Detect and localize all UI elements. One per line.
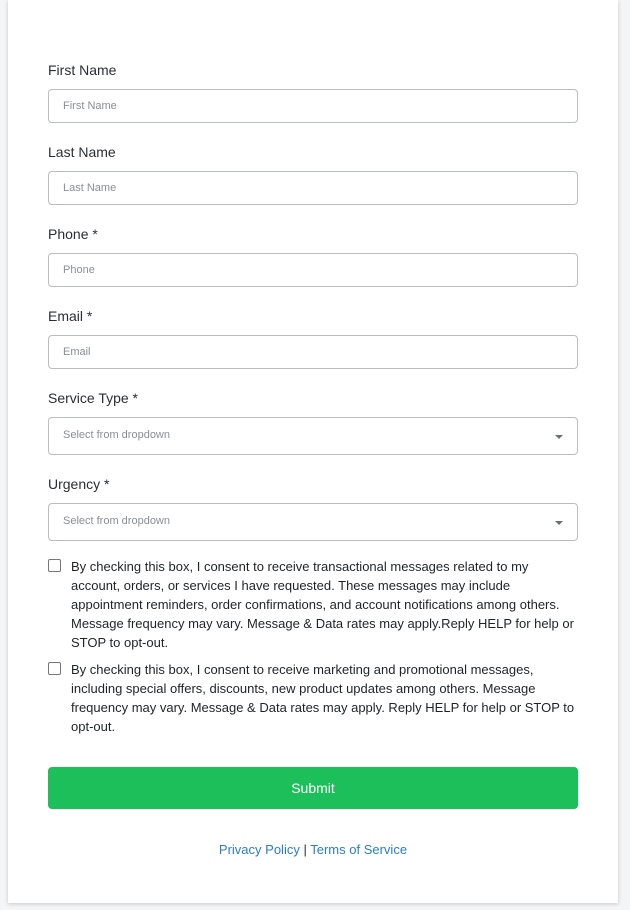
last-name-label: Last Name bbox=[48, 144, 116, 160]
service-type-label: Service Type * bbox=[48, 390, 139, 406]
email-label: Email * bbox=[48, 308, 93, 324]
last-name-input[interactable] bbox=[48, 171, 578, 205]
phone-label: Phone * bbox=[48, 226, 98, 242]
urgency-select[interactable]: Select from dropdown bbox=[48, 503, 578, 541]
urgency-placeholder: Select from dropdown bbox=[63, 515, 170, 527]
footer-links: Privacy Policy | Terms of Service bbox=[48, 842, 578, 857]
email-input[interactable] bbox=[48, 335, 578, 369]
marketing-consent-text: By checking this box, I consent to recei… bbox=[71, 662, 575, 734]
first-name-input[interactable] bbox=[48, 89, 578, 123]
transactional-consent-text: By checking this box, I consent to recei… bbox=[71, 559, 574, 650]
first-name-label: First Name bbox=[48, 62, 117, 78]
marketing-consent-checkbox[interactable] bbox=[48, 662, 61, 675]
chevron-down-icon bbox=[555, 521, 563, 525]
terms-of-service-link[interactable]: Terms of Service bbox=[310, 842, 407, 857]
chevron-down-icon bbox=[555, 435, 563, 439]
form-card: First Name Last Name Phone * Email * Ser… bbox=[8, 0, 618, 903]
service-type-select[interactable]: Select from dropdown bbox=[48, 417, 578, 455]
urgency-label: Urgency * bbox=[48, 476, 110, 492]
service-type-placeholder: Select from dropdown bbox=[63, 429, 170, 441]
submit-button[interactable]: Submit bbox=[48, 767, 578, 809]
privacy-policy-link[interactable]: Privacy Policy bbox=[219, 842, 300, 857]
phone-input[interactable] bbox=[48, 253, 578, 287]
transactional-consent-checkbox[interactable] bbox=[48, 559, 61, 572]
footer-separator: | bbox=[303, 842, 307, 857]
